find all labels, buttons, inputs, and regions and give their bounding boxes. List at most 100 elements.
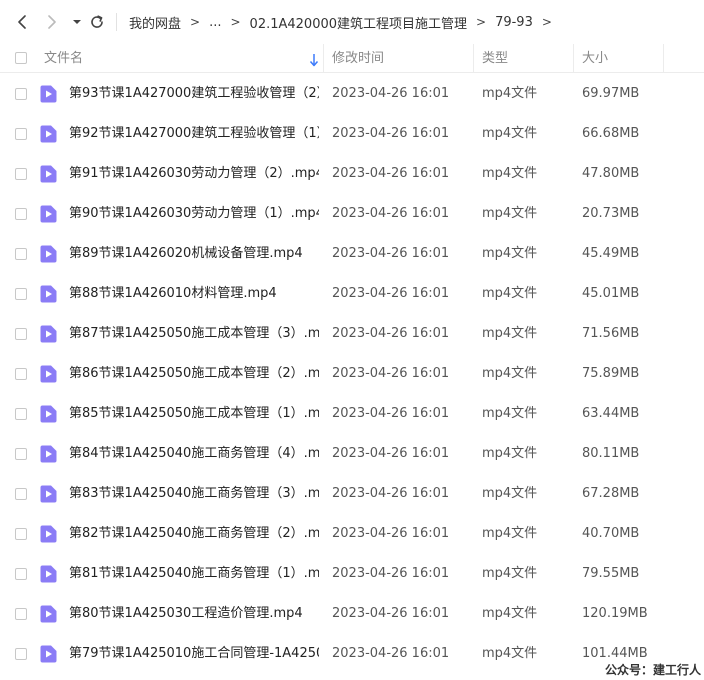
- file-modified: 2023-04-26 16:01: [332, 606, 450, 621]
- row-checkbox[interactable]: [15, 248, 27, 260]
- file-name[interactable]: 第93节课1A427000建筑工程验收管理（2）...: [69, 74, 319, 114]
- column-header-type[interactable]: 类型: [482, 44, 508, 73]
- file-modified: 2023-04-26 16:01: [332, 166, 450, 181]
- video-file-icon: [40, 245, 57, 263]
- table-row[interactable]: 第89节课1A426020机械设备管理.mp4 2023-04-26 16:01 m…: [0, 234, 704, 274]
- table-row[interactable]: 第79节课1A425010施工合同管理-1A42502... 2023-04-26…: [0, 634, 704, 674]
- file-name[interactable]: 第88节课1A426010材料管理.mp4: [69, 274, 319, 314]
- file-modified: 2023-04-26 16:01: [332, 566, 450, 581]
- row-checkbox[interactable]: [15, 328, 27, 340]
- watermark: 公众号：建工行人: [604, 663, 701, 677]
- file-size: 120.19MB: [582, 606, 648, 621]
- video-file-icon: [40, 445, 57, 463]
- column-divider[interactable]: [663, 44, 664, 73]
- table-row[interactable]: 第92节课1A427000建筑工程验收管理（1）... 2023-04-26 16…: [0, 114, 704, 154]
- table-row[interactable]: 第80节课1A425030工程造价管理.mp4 2023-04-26 16:01 m…: [0, 594, 704, 634]
- breadcrumb-separator: >: [541, 15, 552, 29]
- file-type: mp4文件: [482, 246, 538, 261]
- file-modified: 2023-04-26 16:01: [332, 526, 450, 541]
- file-size: 79.55MB: [582, 566, 640, 581]
- table-row[interactable]: 第90节课1A426030劳动力管理（1）.mp4 2023-04-26 16:0…: [0, 194, 704, 234]
- file-modified: 2023-04-26 16:01: [332, 326, 450, 341]
- file-name[interactable]: 第81节课1A425040施工商务管理（1）.mp4: [69, 554, 319, 594]
- table-row[interactable]: 第91节课1A426030劳动力管理（2）.mp4 2023-04-26 16:0…: [0, 154, 704, 194]
- header-divider: [0, 72, 704, 73]
- breadcrumb-separator: >: [230, 15, 241, 29]
- toolbar-divider: [116, 13, 117, 31]
- column-header-modified[interactable]: 修改时间: [332, 44, 384, 73]
- file-type: mp4文件: [482, 126, 538, 141]
- file-modified: 2023-04-26 16:01: [332, 126, 450, 141]
- row-checkbox[interactable]: [15, 168, 27, 180]
- row-checkbox[interactable]: [15, 288, 27, 300]
- column-header-size[interactable]: 大小: [582, 44, 608, 73]
- row-checkbox[interactable]: [15, 488, 27, 500]
- file-size: 45.01MB: [582, 286, 640, 301]
- file-size: 75.89MB: [582, 366, 640, 381]
- table-header: 文件名 修改时间 类型 大小: [0, 44, 704, 73]
- file-name[interactable]: 第92节课1A427000建筑工程验收管理（1）...: [69, 114, 319, 154]
- table-row[interactable]: 第93节课1A427000建筑工程验收管理（2）... 2023-04-26 16…: [0, 74, 704, 114]
- file-name[interactable]: 第82节课1A425040施工商务管理（2）.mp4: [69, 514, 319, 554]
- table-row[interactable]: 第81节课1A425040施工商务管理（1）.mp4 2023-04-26 16:…: [0, 554, 704, 594]
- row-checkbox[interactable]: [15, 608, 27, 620]
- column-divider[interactable]: [323, 44, 324, 73]
- refresh-icon[interactable]: [86, 11, 108, 33]
- back-arrow-icon[interactable]: [12, 11, 34, 33]
- column-header-name[interactable]: 文件名: [44, 44, 83, 73]
- sort-down-arrow-icon[interactable]: [309, 52, 319, 67]
- table-row[interactable]: 第88节课1A426010材料管理.mp4 2023-04-26 16:01 mp4…: [0, 274, 704, 314]
- file-name[interactable]: 第86节课1A425050施工成本管理（2）.mp4: [69, 354, 319, 394]
- file-name[interactable]: 第90节课1A426030劳动力管理（1）.mp4: [69, 194, 319, 234]
- breadcrumb-item-ellipsis[interactable]: ...: [209, 15, 221, 30]
- file-name[interactable]: 第89节课1A426020机械设备管理.mp4: [69, 234, 319, 274]
- row-checkbox[interactable]: [15, 408, 27, 420]
- video-file-icon: [40, 165, 57, 183]
- table-row[interactable]: 第87节课1A425050施工成本管理（3）.mp4 2023-04-26 16:…: [0, 314, 704, 354]
- file-name[interactable]: 第91节课1A426030劳动力管理（2）.mp4: [69, 154, 319, 194]
- table-row[interactable]: 第86节课1A425050施工成本管理（2）.mp4 2023-04-26 16:…: [0, 354, 704, 394]
- select-all-checkbox[interactable]: [15, 52, 27, 64]
- file-size: 67.28MB: [582, 486, 640, 501]
- file-type: mp4文件: [482, 446, 538, 461]
- table-row[interactable]: 第83节课1A425040施工商务管理（3）.mp4 2023-04-26 16:…: [0, 474, 704, 514]
- table-row[interactable]: 第85节课1A425050施工成本管理（1）.mp4 2023-04-26 16:…: [0, 394, 704, 434]
- file-name[interactable]: 第87节课1A425050施工成本管理（3）.mp4: [69, 314, 319, 354]
- file-name[interactable]: 第80节课1A425030工程造价管理.mp4: [69, 594, 319, 634]
- row-checkbox[interactable]: [15, 448, 27, 460]
- file-modified: 2023-04-26 16:01: [332, 206, 450, 221]
- file-type: mp4文件: [482, 366, 538, 381]
- row-checkbox[interactable]: [15, 128, 27, 140]
- file-name[interactable]: 第79节课1A425010施工合同管理-1A42502...: [69, 634, 319, 674]
- file-name[interactable]: 第85节课1A425050施工成本管理（1）.mp4: [69, 394, 319, 434]
- file-name[interactable]: 第83节课1A425040施工商务管理（3）.mp4: [69, 474, 319, 514]
- file-list: 第93节课1A427000建筑工程验收管理（2）... 2023-04-26 16…: [0, 74, 704, 674]
- video-file-icon: [40, 405, 57, 423]
- row-checkbox[interactable]: [15, 208, 27, 220]
- table-row[interactable]: 第82节课1A425040施工商务管理（2）.mp4 2023-04-26 16:…: [0, 514, 704, 554]
- column-divider[interactable]: [573, 44, 574, 73]
- video-file-icon: [40, 85, 57, 103]
- file-type: mp4文件: [482, 86, 538, 101]
- file-type: mp4文件: [482, 286, 538, 301]
- file-modified: 2023-04-26 16:01: [332, 286, 450, 301]
- video-file-icon: [40, 125, 57, 143]
- breadcrumb-item-current[interactable]: 79-93: [495, 15, 533, 30]
- file-type: mp4文件: [482, 206, 538, 221]
- file-name[interactable]: 第84节课1A425040施工商务管理（4）.mp4: [69, 434, 319, 474]
- breadcrumb-item-folder[interactable]: 02.1A420000建筑工程项目施工管理: [250, 13, 467, 32]
- row-checkbox[interactable]: [15, 88, 27, 100]
- file-size: 20.73MB: [582, 206, 640, 221]
- column-divider[interactable]: [473, 44, 474, 73]
- row-checkbox[interactable]: [15, 528, 27, 540]
- row-checkbox[interactable]: [15, 568, 27, 580]
- file-modified: 2023-04-26 16:01: [332, 646, 450, 661]
- breadcrumb-item-root[interactable]: 我的网盘: [129, 13, 181, 32]
- forward-arrow-icon[interactable]: [40, 11, 62, 33]
- file-type: mp4文件: [482, 166, 538, 181]
- table-row[interactable]: 第84节课1A425040施工商务管理（4）.mp4 2023-04-26 16:…: [0, 434, 704, 474]
- dropdown-caret-icon[interactable]: [66, 11, 88, 33]
- row-checkbox[interactable]: [15, 648, 27, 660]
- row-checkbox[interactable]: [15, 368, 27, 380]
- file-size: 80.11MB: [582, 446, 640, 461]
